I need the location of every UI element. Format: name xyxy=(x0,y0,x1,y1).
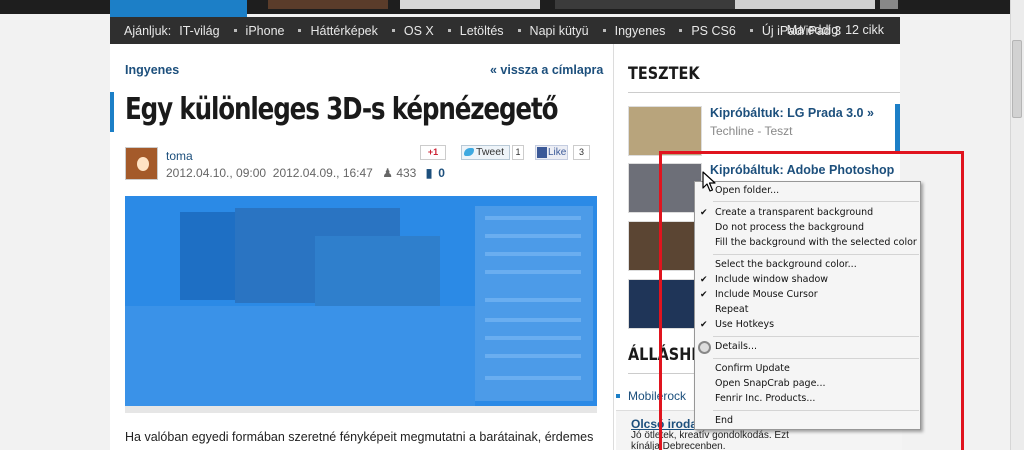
like-button[interactable]: Like xyxy=(535,145,568,160)
author-link[interactable]: toma xyxy=(166,149,193,163)
sidebar-item[interactable]: Kipróbáltuk: LG Prada 3.0 » Techline - T… xyxy=(628,106,900,156)
menu-item-fill-bg[interactable]: Fill the background with the selected co… xyxy=(715,236,917,250)
article-paragraph: Ha valóban egyedi formában szeretné fény… xyxy=(125,430,594,444)
menu-item-window-shadow[interactable]: Include window shadow xyxy=(715,273,828,287)
like-count: 3 xyxy=(573,145,590,160)
separator xyxy=(679,29,683,32)
title-accent xyxy=(110,92,114,132)
recommend-link[interactable]: iPhone xyxy=(246,24,285,38)
twitter-bird-icon xyxy=(464,148,474,156)
menu-item-select-bg-color[interactable]: Select the background color... xyxy=(715,258,857,272)
header-promo-image[interactable] xyxy=(400,0,540,9)
header-promo-image[interactable] xyxy=(555,0,735,9)
separator xyxy=(447,29,451,32)
recommend-link[interactable]: Letöltés xyxy=(460,24,504,38)
search-button[interactable] xyxy=(880,0,898,9)
page-title: Egy különleges 3D-s képnézegető xyxy=(125,92,558,127)
update-date: 2012.04.09., 16:47 xyxy=(272,166,373,180)
tweet-button[interactable]: Tweet xyxy=(461,145,510,160)
divider xyxy=(628,92,900,93)
search-input[interactable] xyxy=(735,0,875,9)
menu-separator xyxy=(713,254,919,255)
menu-item-fenrir-products[interactable]: Fenrir Inc. Products... xyxy=(715,392,815,406)
image-photo xyxy=(315,236,440,306)
separator xyxy=(391,29,395,32)
views-icon: ♟ xyxy=(382,166,393,180)
recommend-link[interactable]: IT-világ xyxy=(179,24,219,38)
view-count: 433 xyxy=(396,166,417,180)
scrollbar-thumb[interactable] xyxy=(1012,40,1022,118)
recommend-link[interactable]: OS X xyxy=(404,24,434,38)
menu-item-snapcrab-page[interactable]: Open SnapCrab page... xyxy=(715,377,826,391)
menu-separator xyxy=(713,336,919,337)
site-header xyxy=(0,0,1024,20)
column-divider xyxy=(613,44,614,450)
recommend-bar: Ajánljuk: IT-világ iPhone Háttérképek OS… xyxy=(110,17,900,44)
context-menu: Open folder... ✔ Create a transparent ba… xyxy=(694,181,921,430)
menu-separator xyxy=(713,358,919,359)
recommend-link[interactable]: Napi kütyü xyxy=(530,24,589,38)
gear-icon xyxy=(698,341,711,354)
like-label: Like xyxy=(548,147,567,158)
header-promo-image[interactable] xyxy=(268,0,388,9)
image-settings-panel xyxy=(475,206,593,401)
sidebar-item-subtitle: Techline - Teszt xyxy=(710,124,793,138)
article-meta: 2012.04.10., 09:00 2012.04.09., 16:47 ♟ … xyxy=(166,166,445,180)
checkmark-icon: ✔ xyxy=(700,208,708,218)
recommend-link[interactable]: PS CS6 xyxy=(691,24,735,38)
gplus-label: +1 xyxy=(427,147,439,157)
menu-item-transparent-bg[interactable]: Create a transparent background xyxy=(715,206,873,220)
image-caption-bar xyxy=(125,406,597,413)
menu-item-open-folder[interactable]: Open folder... xyxy=(715,184,779,198)
avatar[interactable] xyxy=(125,147,158,180)
menu-item-end[interactable]: End xyxy=(715,414,733,428)
recommend-link[interactable]: Ingyenes xyxy=(615,24,666,38)
mouse-cursor-icon xyxy=(702,171,716,192)
menu-item-repeat[interactable]: Repeat xyxy=(715,303,748,317)
menu-item-use-hotkeys[interactable]: Use Hotkeys xyxy=(715,318,774,332)
recommend-label: Ajánljuk: xyxy=(124,23,172,38)
menu-item-details[interactable]: Details... xyxy=(715,340,757,354)
sidebar-accent xyxy=(895,104,900,154)
menu-separator xyxy=(713,201,919,202)
recommend-link[interactable]: Háttérképek xyxy=(310,24,377,38)
checkmark-icon: ✔ xyxy=(700,275,708,285)
menu-item-mouse-cursor[interactable]: Include Mouse Cursor xyxy=(715,288,818,302)
category-link[interactable]: Ingyenes xyxy=(125,63,179,77)
image-reflection xyxy=(125,306,475,408)
publish-date: 2012.04.10., 09:00 xyxy=(166,166,267,180)
separator xyxy=(749,29,753,32)
sidebar-thumbnail[interactable] xyxy=(628,106,702,156)
comment-icon[interactable]: ▮ xyxy=(426,166,433,180)
article-image[interactable] xyxy=(125,196,597,408)
comment-count[interactable]: 0 xyxy=(438,166,445,180)
sidebar-item-title[interactable]: Kipróbáltuk: LG Prada 3.0 » xyxy=(710,106,874,120)
separator xyxy=(602,29,606,32)
menu-item-confirm-update[interactable]: Confirm Update xyxy=(715,362,790,376)
separator xyxy=(298,29,302,32)
checkmark-icon: ✔ xyxy=(700,320,708,330)
menu-item-no-process-bg[interactable]: Do not process the background xyxy=(715,221,864,235)
tweet-label: Tweet xyxy=(476,146,505,158)
tweet-count: 1 xyxy=(512,145,524,160)
separator xyxy=(517,29,521,32)
back-to-home-link[interactable]: « vissza a címlapra xyxy=(490,63,603,77)
checkmark-icon: ✔ xyxy=(700,290,708,300)
facebook-icon xyxy=(537,147,547,158)
sidebar-heading: TESZTEK xyxy=(628,64,700,84)
separator xyxy=(233,29,237,32)
gplus-button[interactable]: +1 xyxy=(420,145,446,160)
menu-separator xyxy=(713,410,919,411)
today-count: Ma eddig: 12 cikk xyxy=(786,23,884,37)
